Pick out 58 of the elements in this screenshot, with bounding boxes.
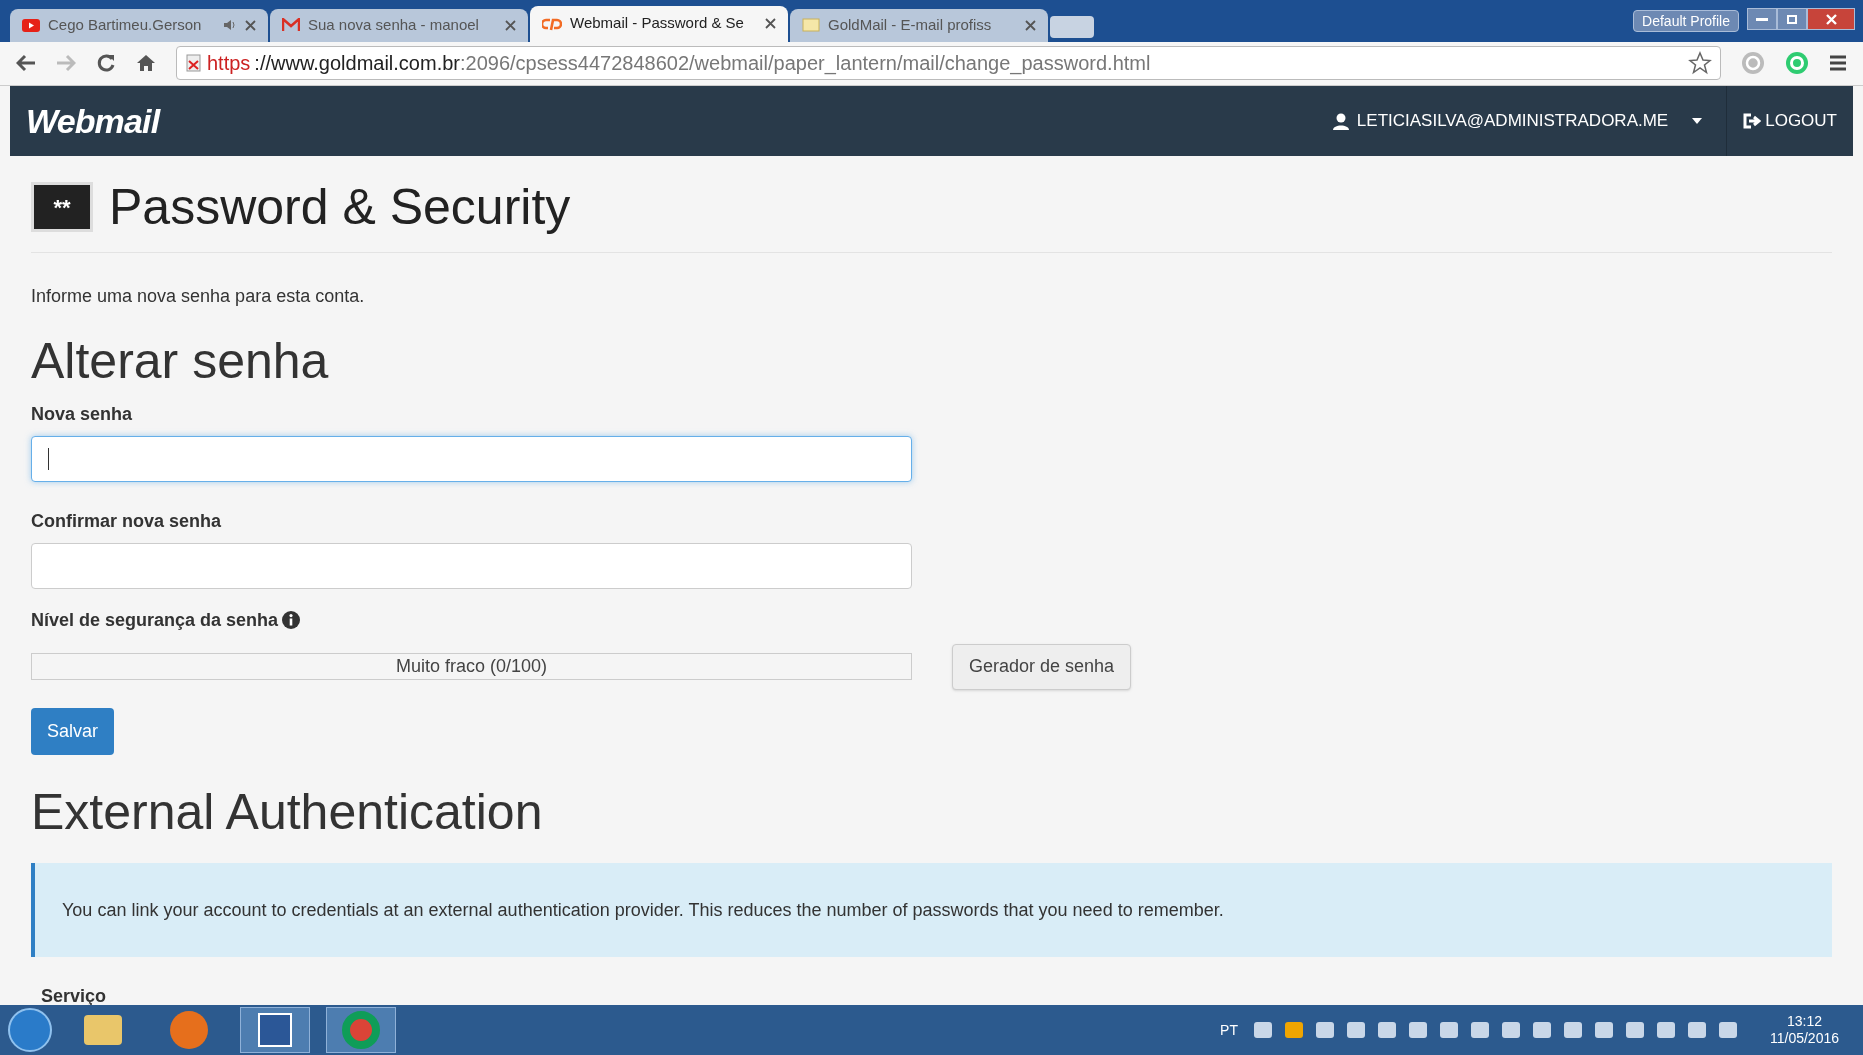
webmail-logo: Webmail <box>26 100 160 142</box>
tab-title: Sua nova senha - manoel <box>308 14 480 35</box>
close-icon[interactable] <box>765 18 776 30</box>
user-icon <box>1332 112 1349 130</box>
star-icon[interactable] <box>1688 51 1712 76</box>
minimize-button[interactable] <box>1747 8 1777 30</box>
caret-icon <box>1692 118 1703 124</box>
intro-text: Informe uma nova senha para esta conta. <box>31 285 366 308</box>
back-icon[interactable] <box>16 54 36 73</box>
cpanel-logo-icon <box>542 16 562 31</box>
maximize-button[interactable] <box>1777 8 1807 30</box>
field-label: Confirmar nova senha <box>31 509 223 533</box>
close-icon[interactable] <box>245 19 256 31</box>
menu-icon[interactable] <box>1829 54 1847 73</box>
home-icon[interactable] <box>136 54 156 73</box>
field-label: Nível de segurança da senha <box>31 608 279 632</box>
browser-tab[interactable]: Cego Bartimeu.Gerson <box>10 8 268 42</box>
info-icon <box>282 611 301 629</box>
save-button[interactable]: Salvar <box>31 707 115 755</box>
password-icon: ** <box>31 182 93 232</box>
new-tab-button[interactable] <box>1050 15 1094 38</box>
section-title: Alterar senha <box>31 332 330 391</box>
video-icon <box>22 18 40 32</box>
browser-tab[interactable]: GoldMail - E-mail profiss <box>790 8 1048 42</box>
mail-icon <box>282 18 300 33</box>
start-button[interactable] <box>8 1008 52 1052</box>
broken-lock-icon <box>185 53 203 74</box>
close-icon[interactable] <box>1025 19 1036 31</box>
word-taskbar-icon[interactable] <box>240 1007 310 1053</box>
section-title: External Authentication <box>31 782 544 842</box>
field-label: Serviço <box>41 987 108 1005</box>
browser-tab[interactable]: Webmail - Password & Se <box>530 5 788 42</box>
user-menu[interactable]: LETICIASILVA@ADMINISTRADORA.ME <box>1308 86 1727 156</box>
url-scheme: https <box>207 51 251 77</box>
reload-icon[interactable] <box>96 53 116 74</box>
tab-title: GoldMail - E-mail profiss <box>828 14 993 35</box>
password-field[interactable] <box>31 542 912 589</box>
mail-icon <box>802 18 820 33</box>
password-field[interactable] <box>31 435 912 482</box>
tab-title: Webmail - Password & Se <box>570 13 745 34</box>
close-icon[interactable] <box>505 19 516 31</box>
logout-link[interactable]: LOGOUT <box>1726 86 1853 156</box>
page-title: Password & Security <box>109 182 571 232</box>
password-generator-button[interactable]: Gerador de senha <box>952 643 1132 690</box>
browser-tab[interactable]: Sua nova senha - manoel <box>270 8 528 42</box>
language-indicator[interactable]: PT <box>1220 1019 1238 1041</box>
address-field[interactable]: https ://www.goldmail.com.br:2096/cpsess4472848602/webmail/paper_lantern/mail/change_password.html <box>176 46 1721 81</box>
url-text: ://www.goldmail.com.br:2096/cpsess4472848602/webmail/paper_lantern/mail/change_password.html <box>254 51 1151 77</box>
clock-time: 13:12 <box>1786 1012 1822 1030</box>
logout-icon <box>1743 113 1762 129</box>
tab-title: Cego Bartimeu.Gerson <box>48 14 203 35</box>
info-text: You can link your account to credentials at an external authentication provider. This reduces the number of passwords that you need to remember. <box>62 898 1224 922</box>
close-icon <box>1825 13 1837 25</box>
field-label: Nova senha <box>31 402 134 426</box>
clock-date: 11/05/2016 <box>1769 1030 1839 1048</box>
close-window-button[interactable] <box>1807 8 1855 30</box>
strength-reading: Muito fraco (0/100) <box>394 655 549 678</box>
profile-button[interactable]: Default Profile <box>1633 10 1739 32</box>
